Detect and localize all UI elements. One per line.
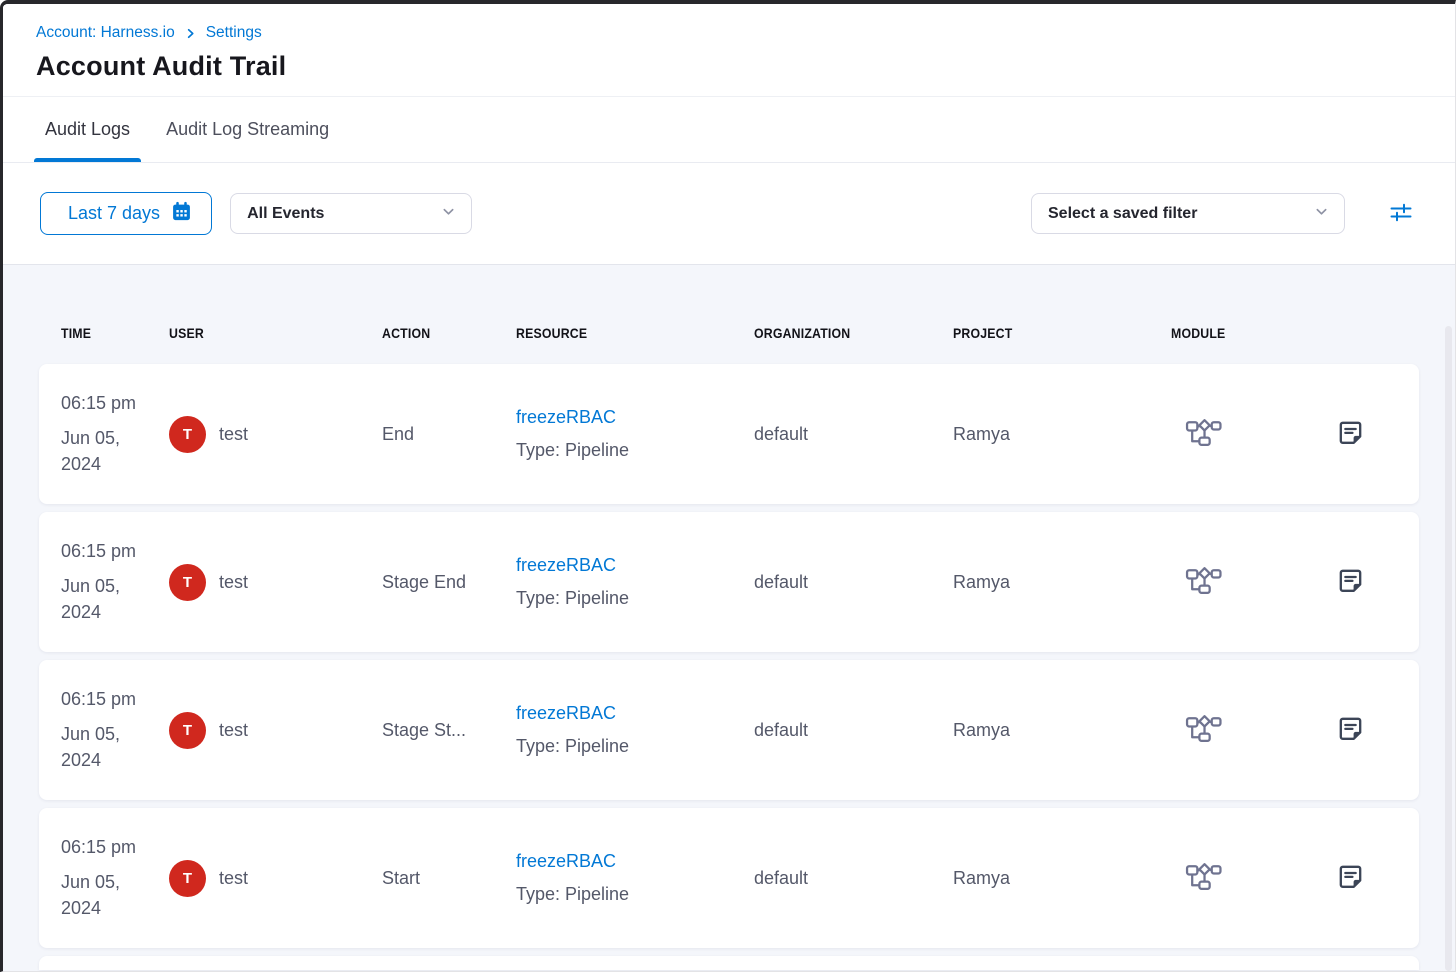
resource-link[interactable]: freezeRBAC: [516, 851, 616, 872]
resource-link[interactable]: freezeRBAC: [516, 555, 616, 576]
date-range-label: Last 7 days: [68, 203, 160, 224]
app-window: Account: Harness.io Settings Account Aud…: [0, 0, 1456, 972]
filter-settings-button[interactable]: [1385, 197, 1417, 231]
column-header-organization: ORGANIZATION: [754, 325, 953, 341]
events-dropdown-value: All Events: [247, 205, 324, 223]
time-cell: 06:15 pm Jun 05, 2024: [61, 391, 169, 477]
user-name: test: [219, 868, 248, 889]
avatar: T: [169, 860, 206, 897]
note-icon: [1335, 417, 1366, 451]
date-range-button[interactable]: Last 7 days: [40, 192, 212, 235]
resource-type: Type: Pipeline: [516, 588, 754, 609]
pipeline-icon: [1185, 874, 1222, 894]
note-button[interactable]: [1333, 859, 1368, 897]
pipeline-icon: [1185, 578, 1222, 598]
resource-type: Type: Pipeline: [516, 440, 754, 461]
chevron-down-icon: [1314, 204, 1329, 224]
resource-type: Type: Pipeline: [516, 736, 754, 757]
organization-cell: default: [754, 868, 953, 889]
tab-label: Audit Log Streaming: [166, 119, 329, 140]
chevron-right-icon: [184, 27, 197, 40]
user-name: test: [219, 572, 248, 593]
page-header: Account: Harness.io Settings Account Aud…: [3, 4, 1455, 97]
project-cell: Ramya: [953, 868, 1171, 889]
organization-cell: default: [754, 572, 953, 593]
column-header-project: PROJECT: [953, 325, 1171, 341]
note-cell: [1333, 415, 1397, 453]
table-row[interactable]: 06:15 pm Jun 05, 2024 T test Stage End f…: [39, 512, 1419, 652]
user-name: test: [219, 720, 248, 741]
note-button[interactable]: [1333, 711, 1368, 749]
pipeline-icon: [1185, 726, 1222, 746]
tab-label: Audit Logs: [45, 119, 130, 140]
action-cell: End: [382, 424, 516, 445]
sliders-icon: [1389, 201, 1413, 227]
user-cell: T test: [169, 564, 382, 601]
tab-audit-log-streaming[interactable]: Audit Log Streaming: [166, 97, 329, 162]
resource-type: Type: Pipeline: [516, 884, 754, 905]
breadcrumb-settings-link[interactable]: Settings: [206, 24, 262, 42]
project-cell: Ramya: [953, 720, 1171, 741]
note-icon: [1335, 713, 1366, 747]
saved-filter-value: Select a saved filter: [1048, 205, 1197, 223]
note-cell: [1333, 711, 1397, 749]
action-cell: Stage End: [382, 572, 516, 593]
page-title: Account Audit Trail: [36, 51, 1419, 82]
avatar: T: [169, 564, 206, 601]
filter-bar: Last 7 days All Events Select a saved fi…: [3, 163, 1455, 265]
breadcrumb-account-link[interactable]: Account: Harness.io: [36, 24, 175, 42]
pipeline-icon: [1185, 430, 1222, 450]
tab-audit-logs[interactable]: Audit Logs: [45, 97, 130, 162]
time-cell: 06:15 pm Jun 05, 2024: [61, 687, 169, 773]
table-row[interactable]: 06:15 pm Jun 05, 2024 T test Stage St...…: [39, 660, 1419, 800]
note-cell: [1333, 563, 1397, 601]
resource-cell: freezeRBAC Type: Pipeline: [516, 703, 754, 757]
column-header-action: ACTION: [382, 325, 516, 341]
breadcrumb: Account: Harness.io Settings: [36, 24, 1419, 42]
table-row[interactable]: 06:15 pm Jun 05, 2024 T test End freezeR…: [39, 364, 1419, 504]
saved-filter-dropdown[interactable]: Select a saved filter: [1031, 193, 1345, 234]
resource-cell: freezeRBAC Type: Pipeline: [516, 851, 754, 905]
resource-link[interactable]: freezeRBAC: [516, 407, 616, 428]
note-button[interactable]: [1333, 563, 1368, 601]
vertical-scrollbar[interactable]: [1445, 326, 1452, 971]
resource-cell: freezeRBAC Type: Pipeline: [516, 407, 754, 461]
user-name: test: [219, 424, 248, 445]
organization-cell: default: [754, 720, 953, 741]
audit-table-area: TIME USER ACTION RESOURCE ORGANIZATION P…: [3, 265, 1455, 971]
user-cell: T test: [169, 712, 382, 749]
time-cell: 06:15 pm Jun 05, 2024: [61, 835, 169, 921]
module-cell: [1171, 565, 1333, 599]
resource-link[interactable]: freezeRBAC: [516, 703, 616, 724]
module-cell: [1171, 417, 1333, 451]
chevron-down-icon: [441, 204, 456, 224]
organization-cell: default: [754, 424, 953, 445]
column-header-user: USER: [169, 325, 382, 341]
column-header-module: MODULE: [1171, 325, 1333, 341]
table-row[interactable]: 06:15 pm Jun 05, 2024 T test Start freez…: [39, 808, 1419, 948]
user-cell: T test: [169, 416, 382, 453]
resource-cell: freezeRBAC Type: Pipeline: [516, 555, 754, 609]
note-button[interactable]: [1333, 415, 1368, 453]
note-cell: [1333, 859, 1397, 897]
action-cell: Start: [382, 868, 516, 889]
events-dropdown[interactable]: All Events: [230, 193, 472, 234]
project-cell: Ramya: [953, 572, 1171, 593]
table-header-row: TIME USER ACTION RESOURCE ORGANIZATION P…: [39, 325, 1419, 341]
user-cell: T test: [169, 860, 382, 897]
tab-bar: Audit Logs Audit Log Streaming: [3, 97, 1455, 163]
avatar: T: [169, 416, 206, 453]
time-cell: 06:15 pm Jun 05, 2024: [61, 539, 169, 625]
note-icon: [1335, 861, 1366, 895]
table-row-partial[interactable]: [39, 956, 1419, 970]
column-header-time: TIME: [61, 325, 169, 341]
column-header-resource: RESOURCE: [516, 325, 754, 341]
calendar-icon: [171, 201, 192, 227]
avatar: T: [169, 712, 206, 749]
module-cell: [1171, 713, 1333, 747]
note-icon: [1335, 565, 1366, 599]
action-cell: Stage St...: [382, 720, 516, 741]
project-cell: Ramya: [953, 424, 1171, 445]
module-cell: [1171, 861, 1333, 895]
